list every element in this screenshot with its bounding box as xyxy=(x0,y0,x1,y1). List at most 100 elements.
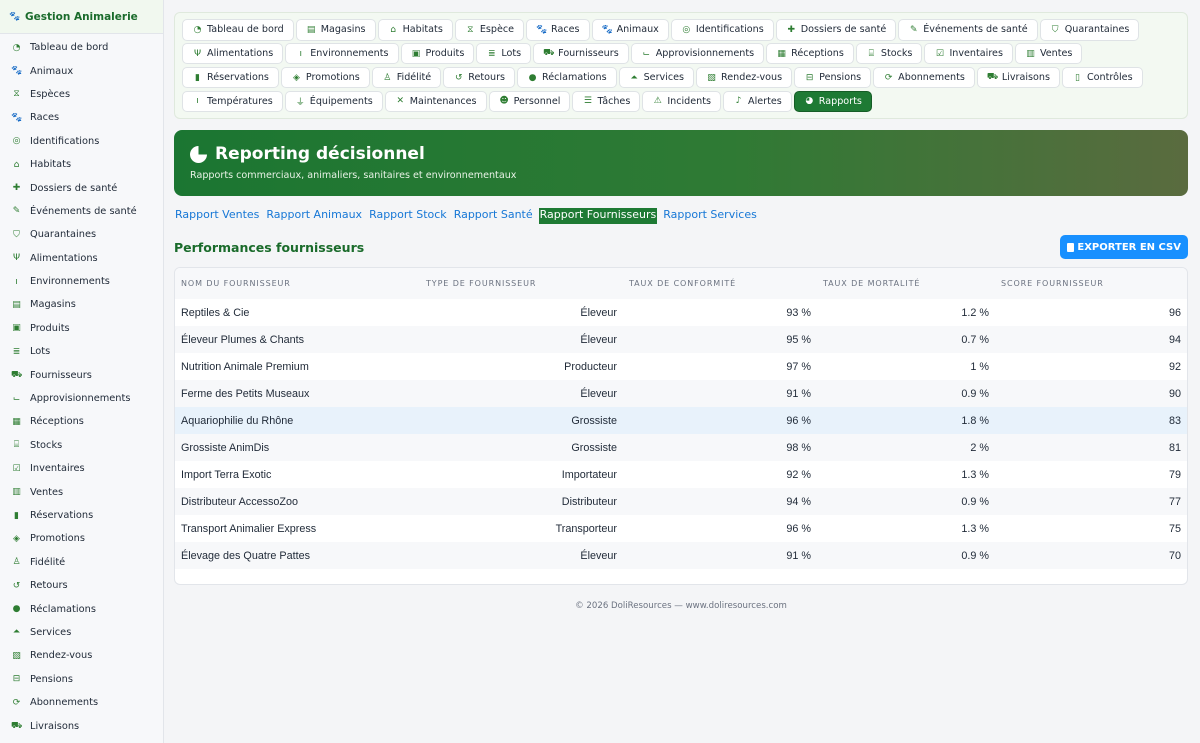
tab-rapport-sante[interactable]: Rapport Santé xyxy=(453,208,534,224)
sidebar-item-services[interactable]: ⏶ Services xyxy=(0,621,163,644)
nav-item-maintenances[interactable]: ✕ Maintenances xyxy=(384,90,487,113)
sidebar-item-fidelite[interactable]: ♙ Fidélité xyxy=(0,551,163,574)
table-row[interactable]: Import Terra Exotic Importateur 92 % 1.3 % 7… xyxy=(175,461,1187,488)
nav-item-quarantaines[interactable]: ⛉ Quarantaines xyxy=(1039,19,1140,41)
nav-item-alimentations[interactable]: Ψ Alimentations xyxy=(182,42,284,65)
sidebar-item-magasins[interactable]: ▤ Magasins xyxy=(0,293,163,316)
nav-item-controles[interactable]: ▯ Contrôles xyxy=(1061,66,1143,89)
sidebar-item-reclamations[interactable]: ● Réclamations xyxy=(0,597,163,620)
table-cell: 0.9 % xyxy=(961,387,989,400)
nav-item-promotions[interactable]: ◈ Promotions xyxy=(280,66,370,89)
nav-item-stocks[interactable]: ⌸ Stocks xyxy=(855,42,923,65)
table-row[interactable]: Ferme des Petits Museaux Éleveur 91 % 0.9 %… xyxy=(175,380,1187,408)
nav-item-temperatures[interactable]: ı Températures xyxy=(182,90,283,113)
nav-item-reservations[interactable]: ▮ Réservations xyxy=(182,66,279,89)
nav-item-fidelite[interactable]: ♙ Fidélité xyxy=(371,66,442,89)
nav-item-abonnements[interactable]: ⟳ Abonnements xyxy=(873,66,975,89)
nav-item-habitats[interactable]: ⌂ Habitats xyxy=(377,19,453,41)
sidebar-item-fournisseurs[interactable]: ⛟ Fournisseurs xyxy=(0,363,163,386)
nav-item-tableau-de-bord[interactable]: ◔ Tableau de bord xyxy=(182,19,294,41)
table-row[interactable]: Reptiles & Cie Éleveur 93 % 1.2 % 96 xyxy=(175,299,1187,326)
sidebar-item-alimentations[interactable]: Ψ Alimentations xyxy=(0,247,163,270)
sidebar-item-environnements[interactable]: ı Environnements xyxy=(0,270,163,293)
column-header-nom-du-fournisseur[interactable]: NOM DU FOURNISSEUR xyxy=(175,268,420,300)
nav-item-dossiers-de-sante[interactable]: ✚ Dossiers de santé xyxy=(775,19,897,41)
nav-item-espece[interactable]: ⧖ Espèce xyxy=(454,19,525,41)
sidebar-item-stocks[interactable]: ⌸ Stocks xyxy=(0,434,163,457)
tab-rapport-ventes[interactable]: Rapport Ventes xyxy=(174,208,260,224)
table-row[interactable]: Éleveur Plumes & Chants Éleveur 95 % 0.7 % 9… xyxy=(175,326,1187,354)
nav-item-incidents[interactable]: ⚠ Incidents xyxy=(642,90,722,113)
sidebar-item-lots[interactable]: ≣ Lots xyxy=(0,340,163,363)
tab-rapport-fournisseurs[interactable]: Rapport Fournisseurs xyxy=(538,208,658,225)
table-cell: 98 % xyxy=(786,441,811,454)
nav-item-inventaires[interactable]: ☑ Inventaires xyxy=(924,42,1013,65)
column-header-type-de-fournisseur[interactable]: TYPE DE FOURNISSEUR xyxy=(420,268,623,300)
nav-item-reclamations[interactable]: ● Réclamations xyxy=(517,66,617,89)
nav-item-magasins[interactable]: ▤ Magasins xyxy=(295,19,376,41)
export-csv-button[interactable]: EXPORTER EN CSV xyxy=(1060,235,1188,260)
nav-item-taches[interactable]: ☰ Tâches xyxy=(572,90,641,113)
nav-item-fournisseurs[interactable]: ⛟ Fournisseurs xyxy=(533,42,629,65)
nav-item-lots[interactable]: ≣ Lots xyxy=(476,42,532,65)
thermometer-icon: ı xyxy=(15,276,18,287)
nav-item-evenements-de-sante[interactable]: ✎ Événements de santé xyxy=(898,19,1038,41)
sidebar-item-promotions[interactable]: ◈ Promotions xyxy=(0,527,163,550)
comment-icon: ● xyxy=(12,604,21,615)
table-row[interactable]: Élevage des Quatre Pattes Éleveur 91 % 0.9 … xyxy=(175,542,1187,570)
column-header-taux-de-conformite[interactable]: TAUX DE CONFORMITÉ xyxy=(623,268,817,300)
sidebar-item-races[interactable]: 🐾 Races xyxy=(0,106,163,129)
column-header-score-fournisseur[interactable]: SCORE FOURNISSEUR xyxy=(995,268,1187,300)
nav-item-label: Magasins xyxy=(320,24,366,36)
nav-item-approvisionnements[interactable]: ⌙ Approvisionnements xyxy=(630,42,765,65)
sidebar-item-especes[interactable]: ⧖ Espèces xyxy=(0,83,163,106)
sidebar-item-habitats[interactable]: ⌂ Habitats xyxy=(0,153,163,176)
nav-item-services[interactable]: ⏶ Services xyxy=(618,66,695,89)
sidebar-item-receptions[interactable]: ▦ Réceptions xyxy=(0,410,163,433)
sidebar-item-retours[interactable]: ↺ Retours xyxy=(0,574,163,597)
nav-item-identifications[interactable]: ◎ Identifications xyxy=(670,19,774,41)
table-cell: Producteur xyxy=(564,360,617,373)
table-row[interactable]: Aquariophilie du Rhône Grossiste 96 % 1.8 %… xyxy=(175,407,1187,435)
nav-item-alertes[interactable]: ♪ Alertes xyxy=(723,90,792,113)
sidebar-item-quarantaines[interactable]: ⛉ Quarantaines xyxy=(0,223,163,246)
nav-item-livraisons[interactable]: ⛟ Livraisons xyxy=(976,66,1060,89)
nav-item-equipements[interactable]: ⏚ Équipements xyxy=(284,90,383,113)
tab-rapport-stock[interactable]: Rapport Stock xyxy=(368,208,448,224)
sidebar-item-reservations[interactable]: ▮ Réservations xyxy=(0,504,163,527)
dolly-icon: ⌙ xyxy=(642,48,650,59)
table-row[interactable]: Transport Animalier Express Transporteur 9… xyxy=(175,515,1187,542)
table-row[interactable]: Nutrition Animale Premium Producteur 97 % 1… xyxy=(175,353,1187,380)
sidebar-item-livraisons[interactable]: ⛟ Livraisons xyxy=(0,714,163,737)
nav-item-rendez-vous[interactable]: ▧ Rendez-vous xyxy=(696,66,793,89)
sidebar-item-rendez-vous[interactable]: ▧ Rendez-vous xyxy=(0,644,163,667)
sidebar-item-tableau-de-bord[interactable]: ◔ Tableau de bord xyxy=(0,36,163,59)
tab-rapport-services[interactable]: Rapport Services xyxy=(662,208,758,224)
nav-item-personnel[interactable]: ☻ Personnel xyxy=(488,90,571,113)
nav-item-receptions[interactable]: ▦ Réceptions xyxy=(766,42,854,65)
sidebar-item-pensions[interactable]: ⊟ Pensions xyxy=(0,668,163,691)
sidebar-item-produits[interactable]: ▣ Produits xyxy=(0,317,163,340)
sidebar-item-inventaires[interactable]: ☑ Inventaires xyxy=(0,457,163,480)
nav-item-ventes[interactable]: ▥ Ventes xyxy=(1014,42,1083,65)
sidebar-item-evenements-de-sante[interactable]: ✎ Événements de santé xyxy=(0,200,163,223)
nav-item-pensions[interactable]: ⊟ Pensions xyxy=(794,66,872,89)
table-row[interactable]: Grossiste AnimDis Grossiste 98 % 2 % 81 xyxy=(175,434,1187,462)
nav-item-animaux[interactable]: 🐾 Animaux xyxy=(591,19,669,41)
nav-item-races[interactable]: 🐾 Races xyxy=(526,19,590,41)
tab-rapport-animaux[interactable]: Rapport Animaux xyxy=(265,208,363,224)
column-header-taux-de-mortalite[interactable]: TAUX DE MORTALITÉ xyxy=(817,268,995,300)
sidebar-item-dossiers-de-sante[interactable]: ✚ Dossiers de santé xyxy=(0,176,163,199)
nav-item-rapports[interactable]: ◕ Rapports xyxy=(793,90,872,113)
nav-item-label: Services xyxy=(643,72,685,84)
nav-item-produits[interactable]: ▣ Produits xyxy=(400,42,475,65)
nav-item-retours[interactable]: ↺ Retours xyxy=(443,66,516,89)
sidebar-item-abonnements[interactable]: ⟳ Abonnements xyxy=(0,691,163,714)
app-brand[interactable]: 🐾 Gestion Animalerie xyxy=(0,0,163,34)
nav-item-environnements[interactable]: ı Environnements xyxy=(285,42,399,65)
sidebar-item-approvisionnements[interactable]: ⌙ Approvisionnements xyxy=(0,387,163,410)
sidebar-item-ventes[interactable]: ▥ Ventes xyxy=(0,480,163,503)
sidebar-item-animaux[interactable]: 🐾 Animaux xyxy=(0,59,163,82)
sidebar-item-identifications[interactable]: ◎ Identifications xyxy=(0,130,163,153)
table-row[interactable]: Distributeur AccessoZoo Distributeur 94 % 0… xyxy=(175,488,1187,516)
